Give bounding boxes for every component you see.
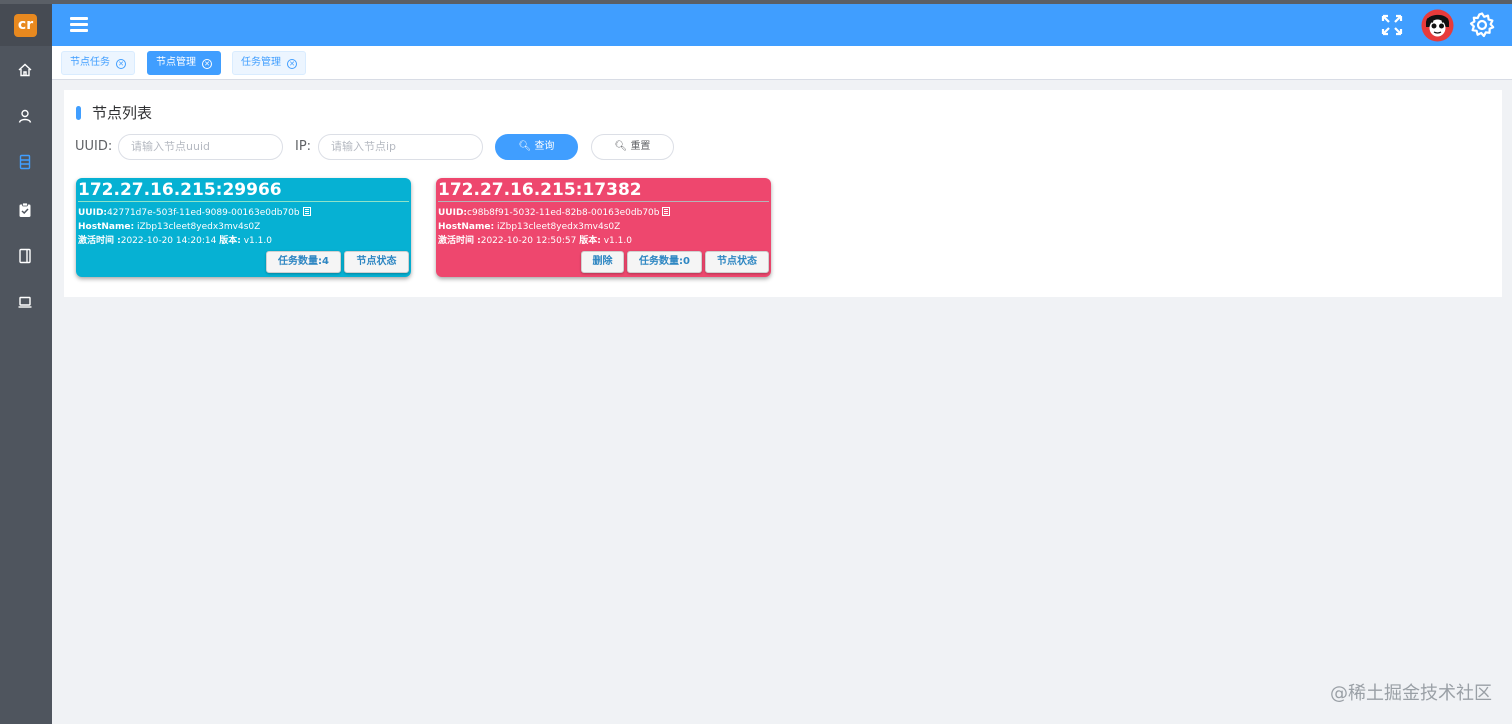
card-divider — [78, 201, 409, 202]
node-uuid: 42771d7e-503f-11ed-9089-00163e0db70b — [107, 208, 300, 218]
user-icon[interactable] — [16, 107, 34, 125]
search-button-label: 查询 — [534, 141, 555, 152]
reset-button[interactable]: 🔍︎ 重置 — [591, 134, 674, 160]
node-uuid-row: UUID:c98b8f91-5032-11ed-82b8-00163e0db70… — [438, 207, 671, 220]
tag-task-management[interactable]: 任务管理 ✕ — [232, 51, 306, 75]
task-count-button[interactable]: 任务数量:4 — [266, 251, 341, 273]
node-activated-label: 激活时间 : — [78, 236, 121, 246]
delete-button[interactable]: 删除 — [581, 251, 624, 273]
node-uuid-row: UUID:42771d7e-503f-11ed-9089-00163e0db70… — [78, 207, 311, 220]
node-uuid-label: UUID: — [78, 208, 108, 218]
node-hostname-row: HostName: iZbp13cleet8yedx3mv4s0Z — [78, 221, 260, 234]
close-icon[interactable]: ✕ — [116, 59, 126, 69]
tag-label: 任务管理 — [241, 57, 281, 68]
laptop-icon[interactable] — [16, 293, 34, 311]
search-icon: 🔍︎ — [614, 141, 628, 152]
panel-title: 节点列表 — [74, 103, 152, 123]
close-icon[interactable]: ✕ — [287, 59, 297, 69]
card-divider — [438, 201, 769, 202]
node-version-label: 版本: — [219, 236, 241, 246]
ip-input[interactable]: 请输入节点ip — [318, 134, 483, 160]
reset-button-label: 重置 — [630, 141, 651, 152]
home-icon[interactable] — [16, 61, 34, 79]
node-activated: 2022-10-20 14:20:14 — [120, 236, 217, 246]
notebook-icon[interactable] — [16, 247, 34, 265]
node-version-label: 版本: — [579, 236, 601, 246]
node-hostname-row: HostName: iZbp13cleet8yedx3mv4s0Z — [438, 221, 620, 234]
node-uuid: c98b8f91-5032-11ed-82b8-00163e0db70b — [467, 208, 660, 218]
ip-label: IP: — [295, 139, 312, 154]
node-activated-row: 激活时间 :2022-10-20 14:20:14 版本: v1.1.0 — [78, 235, 272, 248]
node-activated: 2022-10-20 12:50:57 — [480, 236, 577, 246]
tags-view: 节点任务 ✕ 节点管理 ✕ 任务管理 ✕ — [52, 46, 1512, 80]
uuid-input[interactable]: 请输入节点uuid — [118, 134, 283, 160]
node-hostname: iZbp13cleet8yedx3mv4s0Z — [136, 222, 261, 232]
node-status-button[interactable]: 节点状态 — [705, 251, 769, 273]
fullscreen-icon[interactable] — [1379, 12, 1405, 38]
node-status-button[interactable]: 节点状态 — [344, 251, 409, 273]
node-card: 172.27.16.215:17382 UUID:c98b8f91-5032-1… — [436, 178, 771, 277]
top-header — [52, 4, 1512, 46]
node-hostname: iZbp13cleet8yedx3mv4s0Z — [496, 222, 621, 232]
gear-icon[interactable] — [1468, 11, 1496, 39]
node-card: 172.27.16.215:29966 UUID:42771d7e-503f-1… — [76, 178, 411, 277]
sidebar: cr — [0, 4, 52, 724]
uuid-label: UUID: — [75, 139, 113, 154]
list-icon[interactable] — [16, 153, 34, 171]
node-list-panel: 节点列表 UUID: 请输入节点uuid IP: 请输入节点ip 🔍︎ 查询 🔍… — [64, 90, 1502, 297]
node-activated-row: 激活时间 :2022-10-20 12:50:57 版本: v1.1.0 — [438, 235, 632, 248]
node-version: v1.1.0 — [603, 236, 632, 246]
node-address: 172.27.16.215:29966 — [78, 180, 282, 200]
search-icon: 🔍︎ — [518, 141, 532, 152]
app-logo[interactable]: cr — [14, 14, 37, 37]
tag-label: 节点任务 — [70, 57, 110, 68]
clipboard-check-icon[interactable] — [16, 201, 34, 219]
hamburger-menu-icon[interactable] — [70, 17, 88, 33]
watermark: @稀土掘金技术社区 — [1330, 683, 1492, 704]
node-hostname-label: HostName: — [438, 222, 495, 232]
search-button[interactable]: 🔍︎ 查询 — [495, 134, 578, 160]
node-uuid-label: UUID: — [438, 208, 468, 218]
copy-icon[interactable] — [662, 207, 671, 216]
node-address: 172.27.16.215:17382 — [438, 180, 642, 200]
tag-label: 节点管理 — [156, 57, 196, 68]
node-hostname-label: HostName: — [78, 222, 135, 232]
avatar[interactable] — [1421, 9, 1454, 42]
logo-area: cr — [0, 4, 52, 46]
copy-icon[interactable] — [302, 207, 311, 216]
tag-node-tasks[interactable]: 节点任务 ✕ — [61, 51, 135, 75]
close-icon[interactable]: ✕ — [202, 59, 212, 69]
node-version: v1.1.0 — [243, 236, 272, 246]
tag-node-management[interactable]: 节点管理 ✕ — [147, 51, 221, 75]
task-count-button[interactable]: 任务数量:0 — [627, 251, 702, 273]
node-activated-label: 激活时间 : — [438, 236, 481, 246]
